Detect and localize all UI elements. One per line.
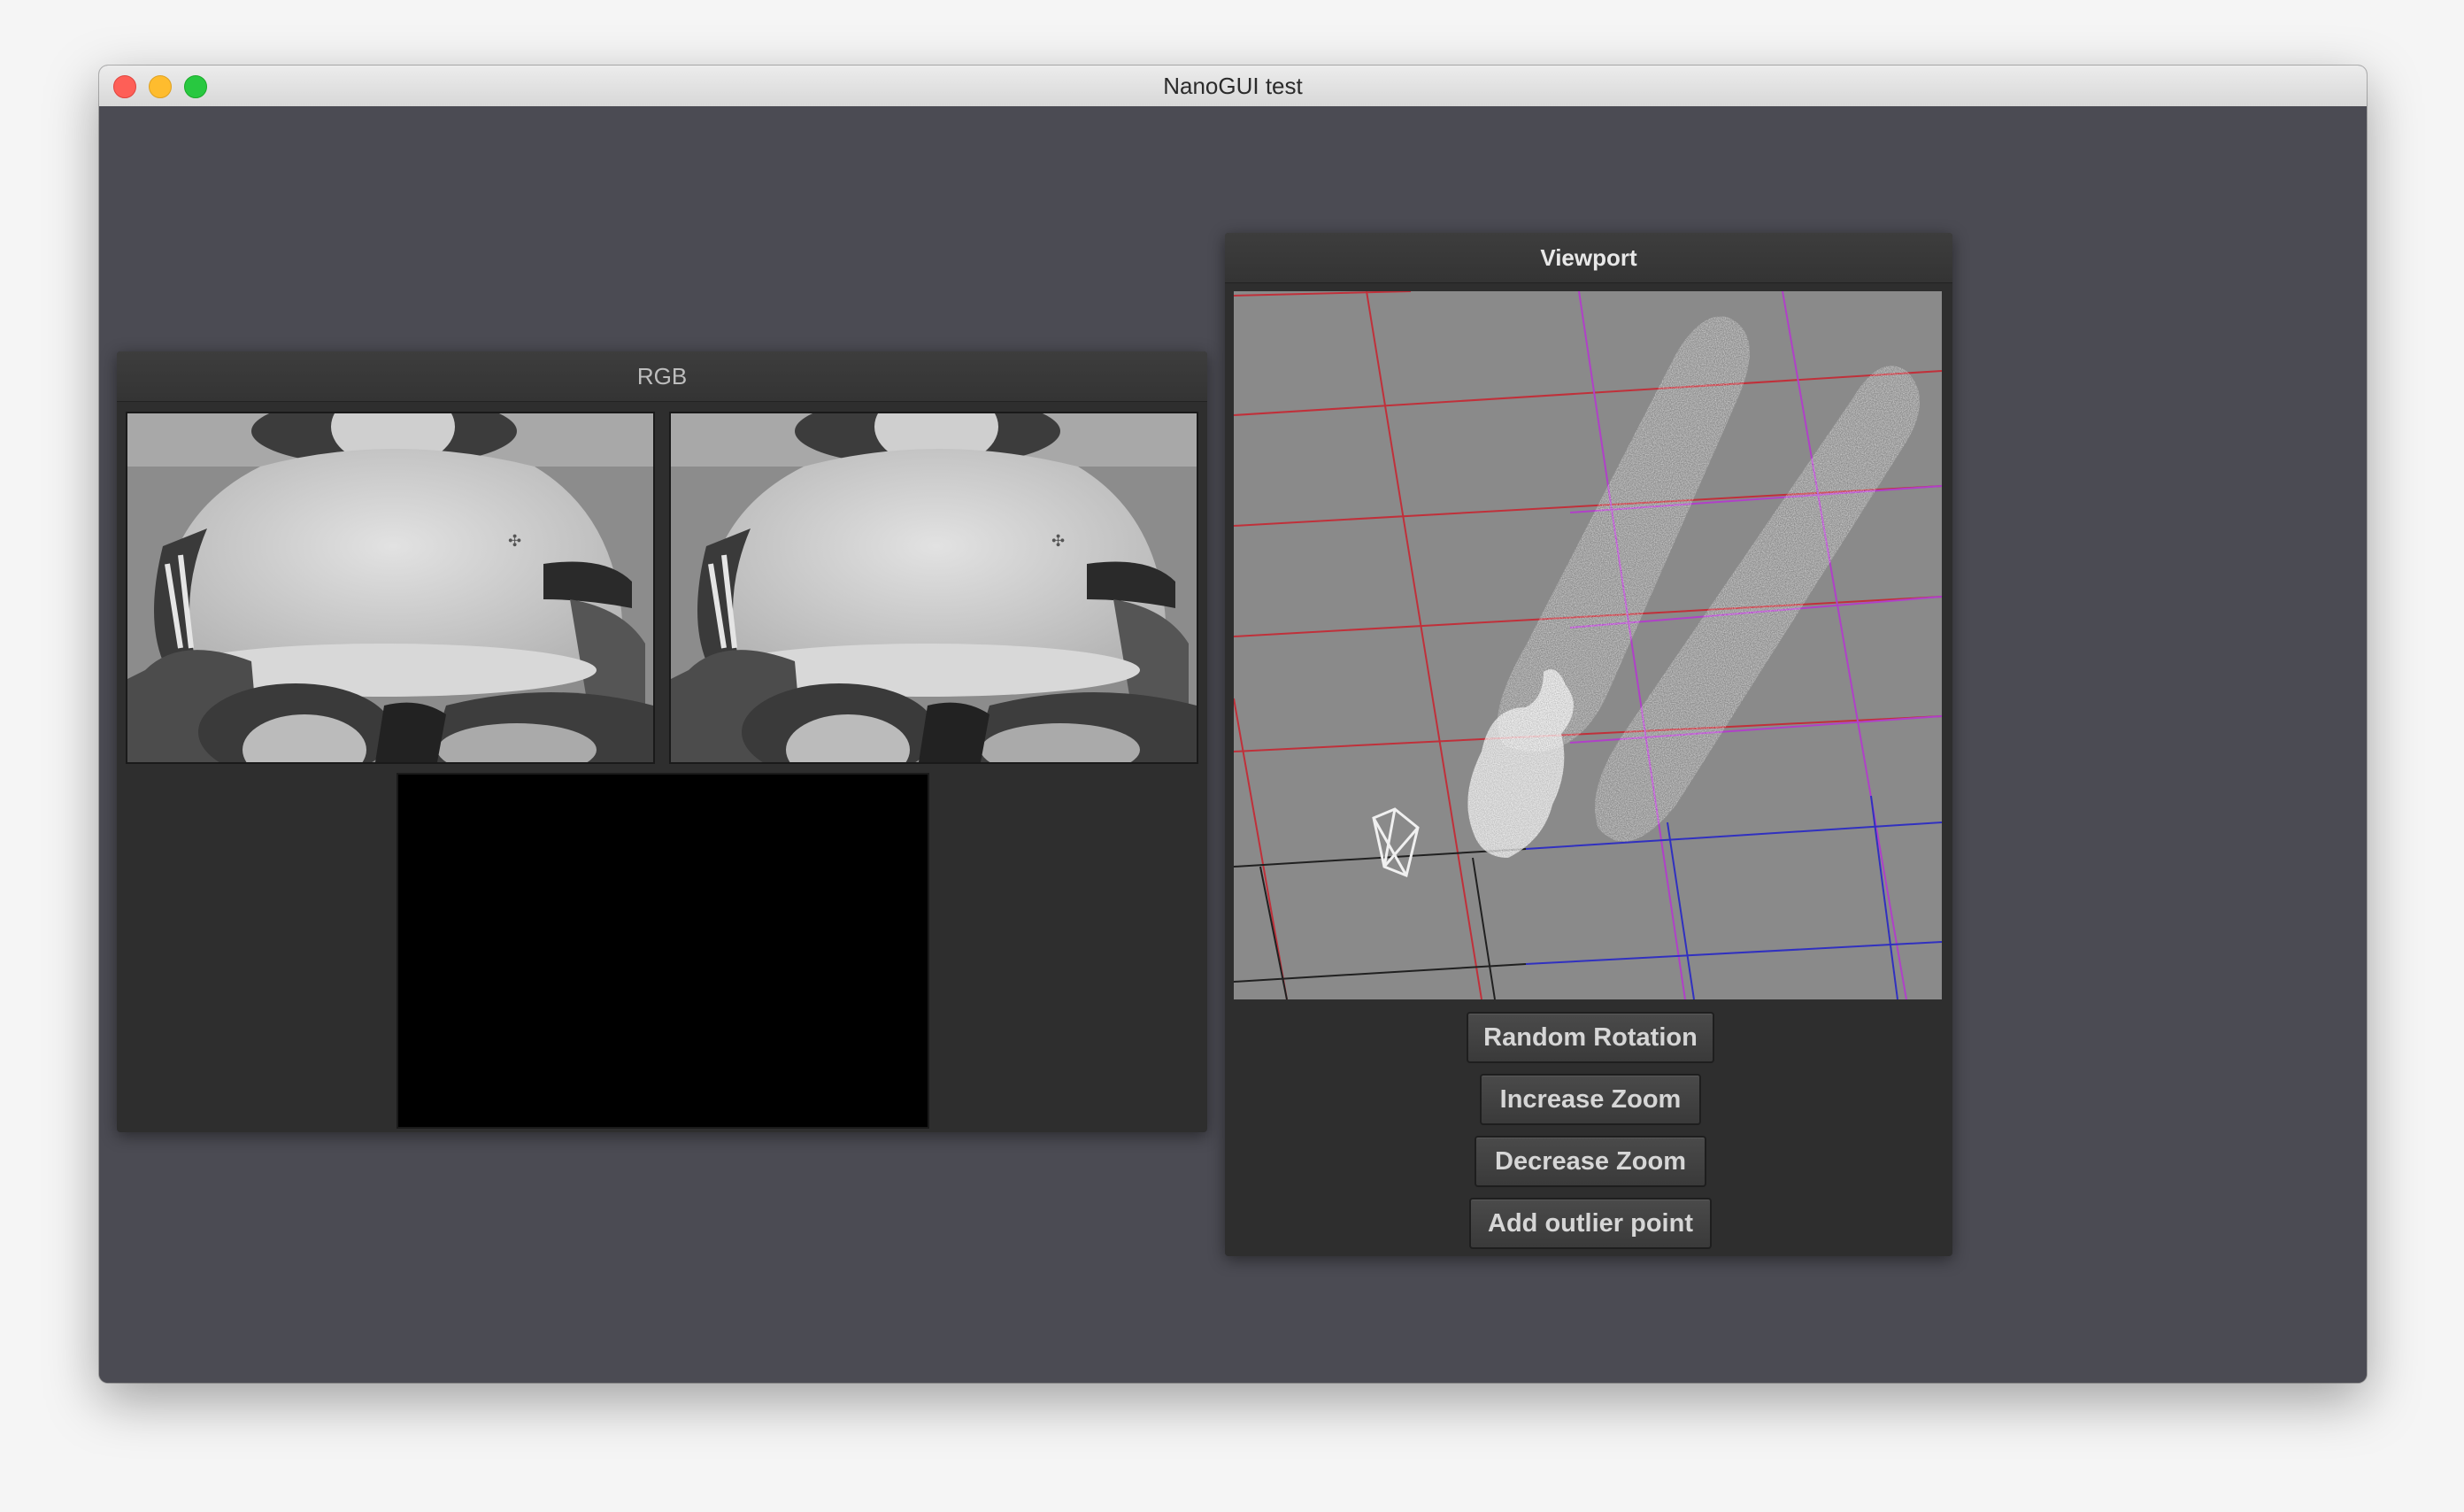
teddy-bear-image: ✣ <box>127 413 653 762</box>
window-title: NanoGUI test <box>1163 73 1303 99</box>
viewport-panel: Viewport Random Rotation Increase Zoom D… <box>1225 233 1952 1256</box>
svg-text:✣: ✣ <box>508 532 521 551</box>
decrease-zoom-button[interactable]: Decrease Zoom <box>1475 1136 1706 1187</box>
rgb-image-right: ✣ <box>669 412 1198 764</box>
rgb-image-left: ✣ <box>126 412 655 764</box>
3d-viewport-canvas[interactable] <box>1234 291 1942 999</box>
teddy-bear-image: ✣ <box>671 413 1197 762</box>
window-content: RGB ✣ ✣ Viewport Random Rotation Increas… <box>99 106 2367 1383</box>
point-cloud-view <box>1234 291 1942 999</box>
svg-text:✣: ✣ <box>1051 532 1065 551</box>
random-rotation-button[interactable]: Random Rotation <box>1467 1012 1714 1063</box>
add-outlier-point-button[interactable]: Add outlier point <box>1469 1198 1712 1249</box>
viewport-panel-header[interactable]: Viewport <box>1225 233 1952 283</box>
title-bar[interactable]: NanoGUI test <box>99 66 2367 107</box>
app-window: NanoGUI test RGB ✣ ✣ Viewport Random Rot… <box>99 66 2367 1383</box>
increase-zoom-button[interactable]: Increase Zoom <box>1480 1074 1701 1125</box>
rgb-panel-header[interactable]: RGB <box>117 351 1207 402</box>
rgb-panel: RGB ✣ ✣ <box>117 351 1207 1132</box>
depth-image <box>397 773 929 1129</box>
